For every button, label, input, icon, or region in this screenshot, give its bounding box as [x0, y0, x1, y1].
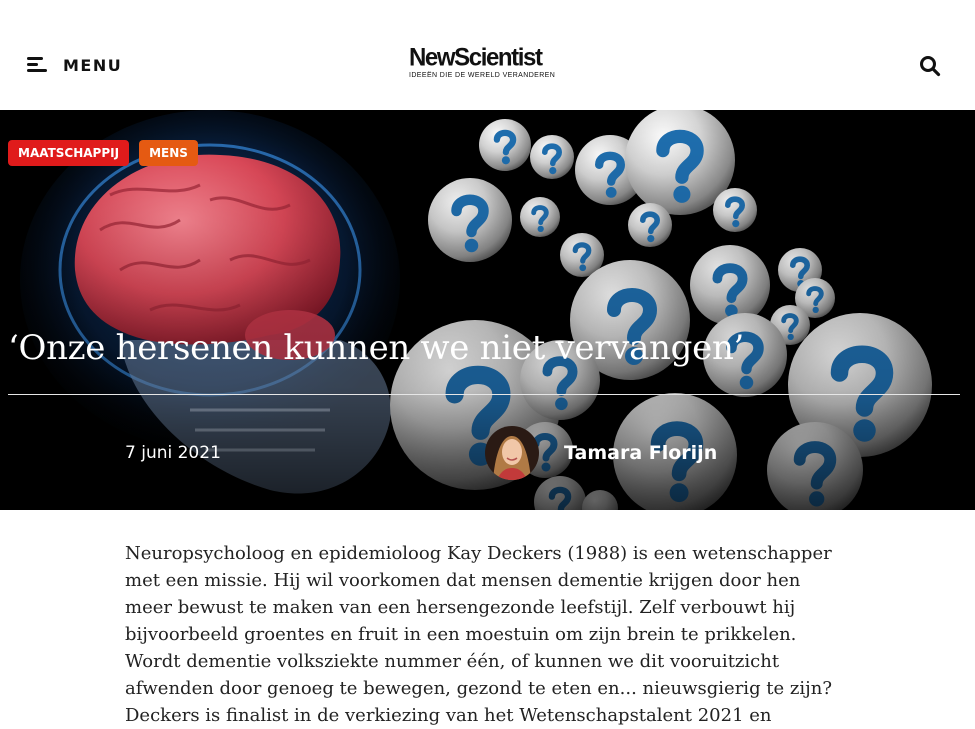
newscientist-logo[interactable]: NewScientist IDEEËN DIE DE WERELD VERAND… — [409, 43, 561, 80]
avatar — [485, 426, 539, 480]
logo-wordmark: NewScientist — [409, 43, 543, 72]
author-name: Tamara Florijn — [564, 442, 718, 464]
author-link[interactable]: Tamara Florijn — [485, 426, 717, 480]
publish-date: 7 juni 2021 — [125, 443, 221, 463]
hamburger-icon — [27, 56, 49, 74]
title-divider — [8, 394, 960, 395]
category-tags: MAATSCHAPPIJ MENS — [8, 140, 198, 166]
article-intro: Neuropsycholoog en epidemioloog Kay Deck… — [125, 543, 832, 726]
site-header: MENU NewScientist IDEEËN DIE DE WERELD V… — [0, 0, 975, 110]
hero-banner: MAATSCHAPPIJ MENS ‘Onze hersenen kunnen … — [0, 110, 975, 510]
logo-tagline: IDEEËN DIE DE WERELD VERANDEREN — [409, 72, 556, 79]
menu-label: MENU — [63, 55, 123, 75]
article-title: ‘Onze hersenen kunnen we niet vervangen’ — [8, 328, 745, 368]
menu-button[interactable]: MENU — [27, 52, 122, 78]
tag-mens[interactable]: MENS — [139, 140, 198, 166]
tag-maatschappij[interactable]: MAATSCHAPPIJ — [8, 140, 130, 166]
search-icon[interactable] — [919, 55, 941, 77]
